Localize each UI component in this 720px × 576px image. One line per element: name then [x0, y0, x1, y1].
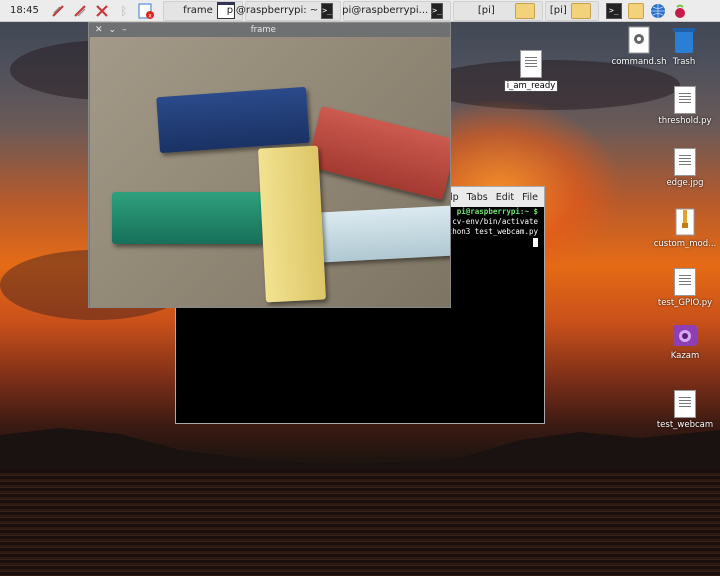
desktop-icon-command-sh[interactable]: command.sh [599, 26, 679, 67]
archive-icon [675, 208, 695, 236]
launcher-terminal-icon[interactable]: >_ [605, 2, 622, 19]
taskbar-button-label: pi@raspberrypi: ~ [226, 5, 319, 16]
document-icon [674, 148, 696, 176]
desktop-icon-label: custom_mod... [653, 239, 717, 249]
desktop-icon-edge-jpg[interactable]: edge.jpg [645, 148, 720, 188]
taskbar-button-label: [pi] [549, 5, 567, 16]
desktop-icon-custom-mod[interactable]: custom_mod... [645, 208, 720, 249]
launcher-folder-icon[interactable] [627, 2, 644, 19]
sea-reflection [0, 470, 720, 576]
document-icon [674, 268, 696, 296]
desktop-icon-test-webcam[interactable]: test_webcam [645, 390, 720, 430]
lightblue-block [315, 205, 450, 263]
desktop-icon-label: threshold.py [658, 116, 712, 126]
taskbar-button-folder-1[interactable]: [pi] [452, 0, 543, 21]
kazam-icon [673, 325, 697, 346]
taskbar-button-label: [pi] [477, 5, 495, 16]
launcher-browser-icon[interactable] [650, 3, 666, 19]
menu-file[interactable]: File [522, 192, 538, 203]
desktop-icon-label: test_webcam [656, 420, 714, 430]
camera-feed [90, 37, 450, 307]
clock-label: 18:45 [10, 5, 39, 16]
raspberry-menu-icon[interactable] [672, 3, 688, 19]
desktop-icon-label: i_am_ready [503, 80, 559, 92]
clock[interactable]: 18:45 [10, 1, 39, 21]
network-disconnected-icon[interactable] [94, 3, 110, 19]
terminal-icon: >_ [321, 2, 333, 19]
menu-edit[interactable]: Edit [496, 192, 514, 203]
cpu-monitor-icon[interactable] [72, 3, 88, 19]
green-block [112, 192, 262, 244]
document-icon [674, 390, 696, 418]
desktop-icon-test-gpio[interactable]: test_GPIO.py [645, 268, 720, 308]
document-icon [674, 86, 696, 114]
desktop-icon-label: command.sh [611, 57, 667, 67]
red-block [306, 105, 450, 201]
desktop-icon-label: edge.jpg [666, 178, 704, 188]
frame-window-title: frame [250, 25, 276, 35]
yellow-block [258, 145, 326, 303]
update-icon[interactable]: x [138, 3, 154, 19]
frame-titlebar[interactable]: ✕ ⌄ – frame [89, 23, 450, 37]
taskbar-button-terminal-2[interactable]: pi@raspberrypi... >_ [342, 0, 451, 21]
desktop-icon-label: test_GPIO.py [657, 298, 713, 308]
frame-window[interactable]: ✕ ⌄ – frame [88, 22, 451, 308]
desktop-icon-i-am-ready[interactable]: i_am_ready [491, 50, 571, 92]
terminal-icon: >_ [431, 2, 443, 19]
close-icon[interactable]: ✕ [95, 25, 103, 35]
terminal-cursor [533, 237, 538, 247]
taskbar-button-label: frame [183, 5, 213, 16]
chevron-down-icon[interactable]: ⌄ [109, 25, 117, 35]
taskbar-button-folder-2[interactable]: [pi] [544, 0, 599, 21]
desktop-icon-kazam[interactable]: Kazam [645, 322, 720, 361]
blue-block [156, 86, 310, 154]
script-icon [628, 26, 650, 54]
desktop-icon-threshold-py[interactable]: threshold.py [645, 86, 720, 126]
menu-tabs[interactable]: Tabs [467, 192, 488, 203]
desktop-icon-label: Kazam [670, 351, 700, 361]
taskbar-button-terminal-1[interactable]: pi@raspberrypi: ~ >_ [227, 0, 341, 21]
svg-text:x: x [148, 12, 152, 19]
folder-icon [514, 2, 535, 19]
terminal-prompt: pi@raspberrypi:~ $ [456, 207, 538, 216]
document-icon [520, 50, 542, 78]
volume-muted-icon[interactable] [50, 3, 66, 19]
folder-icon [570, 2, 591, 19]
taskbar: 18:45 ᛒ x frame pi@raspberrypi: ~ >_ pi@… [0, 0, 720, 22]
bluetooth-icon[interactable]: ᛒ [116, 3, 132, 19]
taskbar-button-label: pi@raspberrypi... [342, 5, 429, 16]
